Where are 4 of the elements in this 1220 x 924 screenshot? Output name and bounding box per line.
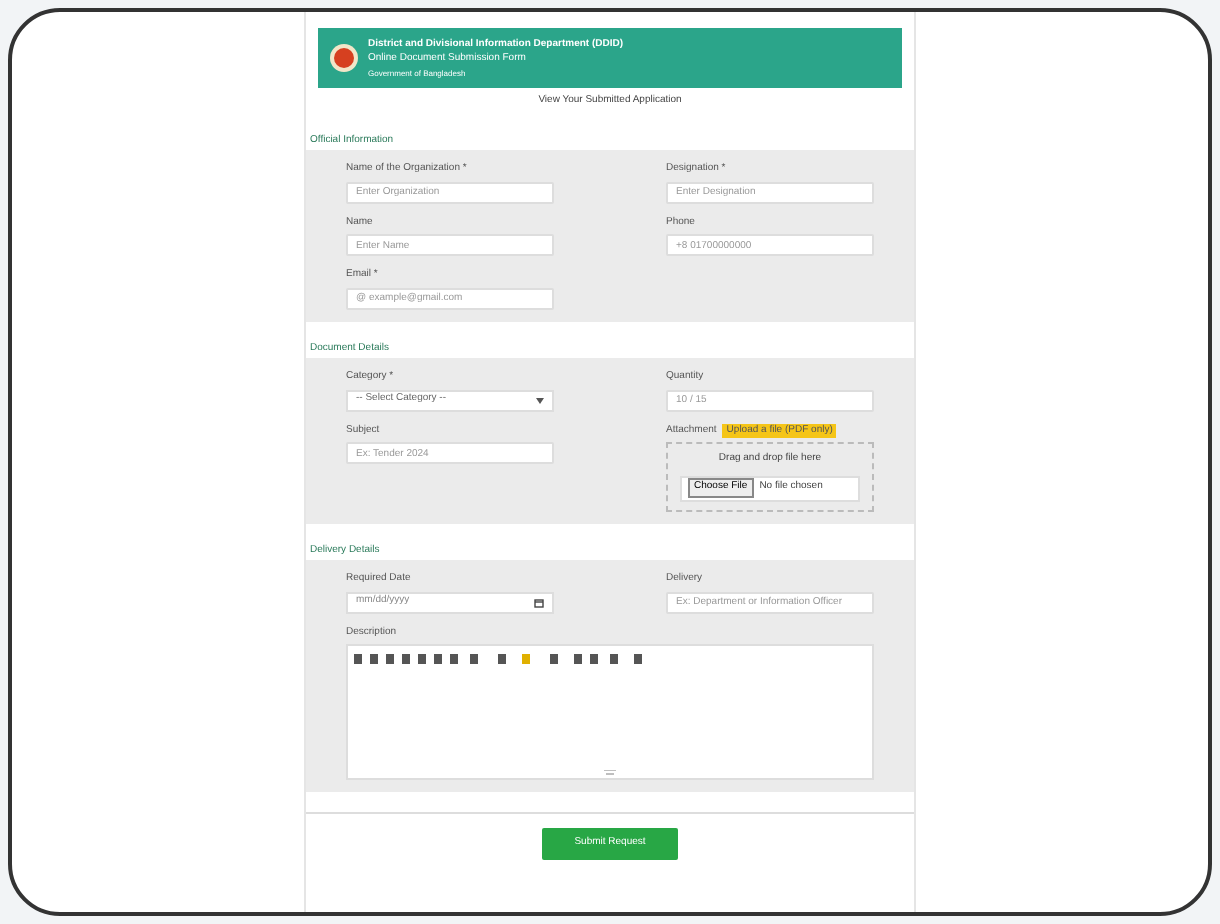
caret-icon <box>536 397 544 403</box>
resize-handle-icon[interactable] <box>604 770 616 776</box>
calendar-icon <box>534 597 544 607</box>
emblem-icon <box>330 44 358 72</box>
